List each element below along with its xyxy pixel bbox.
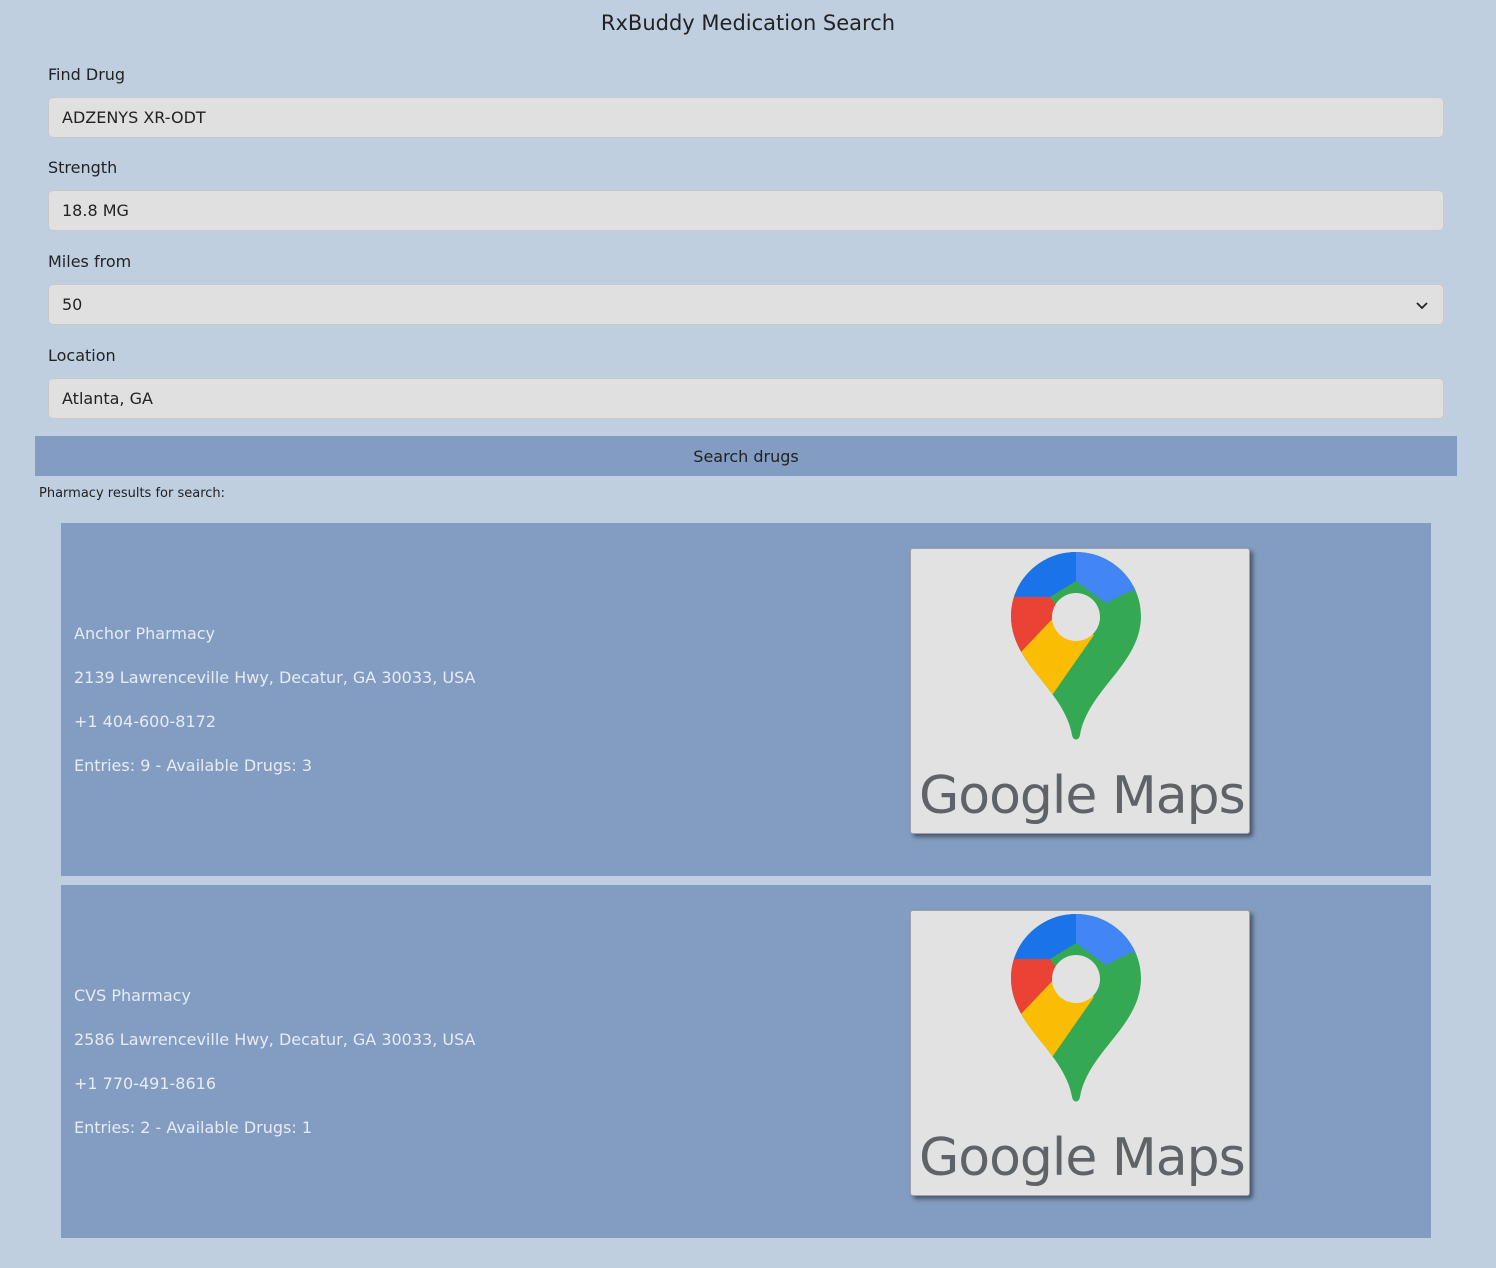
google-maps-pin-icon: [1011, 914, 1141, 1102]
google-maps-logo-text: Google Maps: [919, 1128, 1246, 1188]
pharmacy-address: 2586 Lawrenceville Hwy, Decatur, GA 3003…: [74, 1030, 476, 1049]
pharmacy-info: CVS Pharmacy 2586 Lawrenceville Hwy, Dec…: [74, 985, 476, 1161]
pharmacy-name: Anchor Pharmacy: [74, 624, 216, 643]
find-drug-value: ADZENYS XR-ODT: [62, 108, 206, 127]
page-title: RxBuddy Medication Search: [600, 11, 896, 35]
google-maps-link[interactable]: Google Maps: [910, 910, 1250, 1196]
pharmacy-summary: Entries: 9 - Available Drugs: 3: [74, 756, 313, 775]
pharmacy-phone: +1 404-600-8172: [74, 712, 217, 731]
pharmacy-address: 2139 Lawrenceville Hwy, Decatur, GA 3003…: [74, 668, 476, 687]
chevron-down-icon: [1416, 302, 1428, 310]
strength-label: Strength: [48, 158, 118, 177]
miles-from-value: 50: [62, 295, 83, 314]
pharmacy-name: CVS Pharmacy: [74, 986, 191, 1005]
google-maps-link[interactable]: Google Maps: [910, 548, 1250, 834]
google-maps-logo-text: Google Maps: [919, 766, 1246, 826]
find-drug-input[interactable]: ADZENYS XR-ODT: [48, 97, 1444, 138]
search-drugs-button[interactable]: Search drugs: [35, 436, 1457, 476]
strength-value: 18.8 MG: [62, 201, 129, 220]
find-drug-label: Find Drug: [48, 65, 126, 84]
results-heading: Pharmacy results for search:: [39, 486, 226, 501]
google-maps-pin-icon: [1011, 552, 1141, 740]
strength-input[interactable]: 18.8 MG: [48, 190, 1444, 231]
pharmacy-summary: Entries: 2 - Available Drugs: 1: [74, 1118, 313, 1137]
pharmacy-info: Anchor Pharmacy 2139 Lawrenceville Hwy, …: [74, 623, 476, 799]
location-value: Atlanta, GA: [62, 389, 153, 408]
miles-from-label: Miles from: [48, 252, 132, 271]
pharmacy-card: CVS Pharmacy 2586 Lawrenceville Hwy, Dec…: [61, 885, 1431, 1238]
pharmacy-phone: +1 770-491-8616: [74, 1074, 217, 1093]
miles-from-select[interactable]: 50: [48, 284, 1444, 325]
pharmacy-card: Anchor Pharmacy 2139 Lawrenceville Hwy, …: [61, 523, 1431, 876]
location-label: Location: [48, 346, 116, 365]
location-input[interactable]: Atlanta, GA: [48, 378, 1444, 419]
